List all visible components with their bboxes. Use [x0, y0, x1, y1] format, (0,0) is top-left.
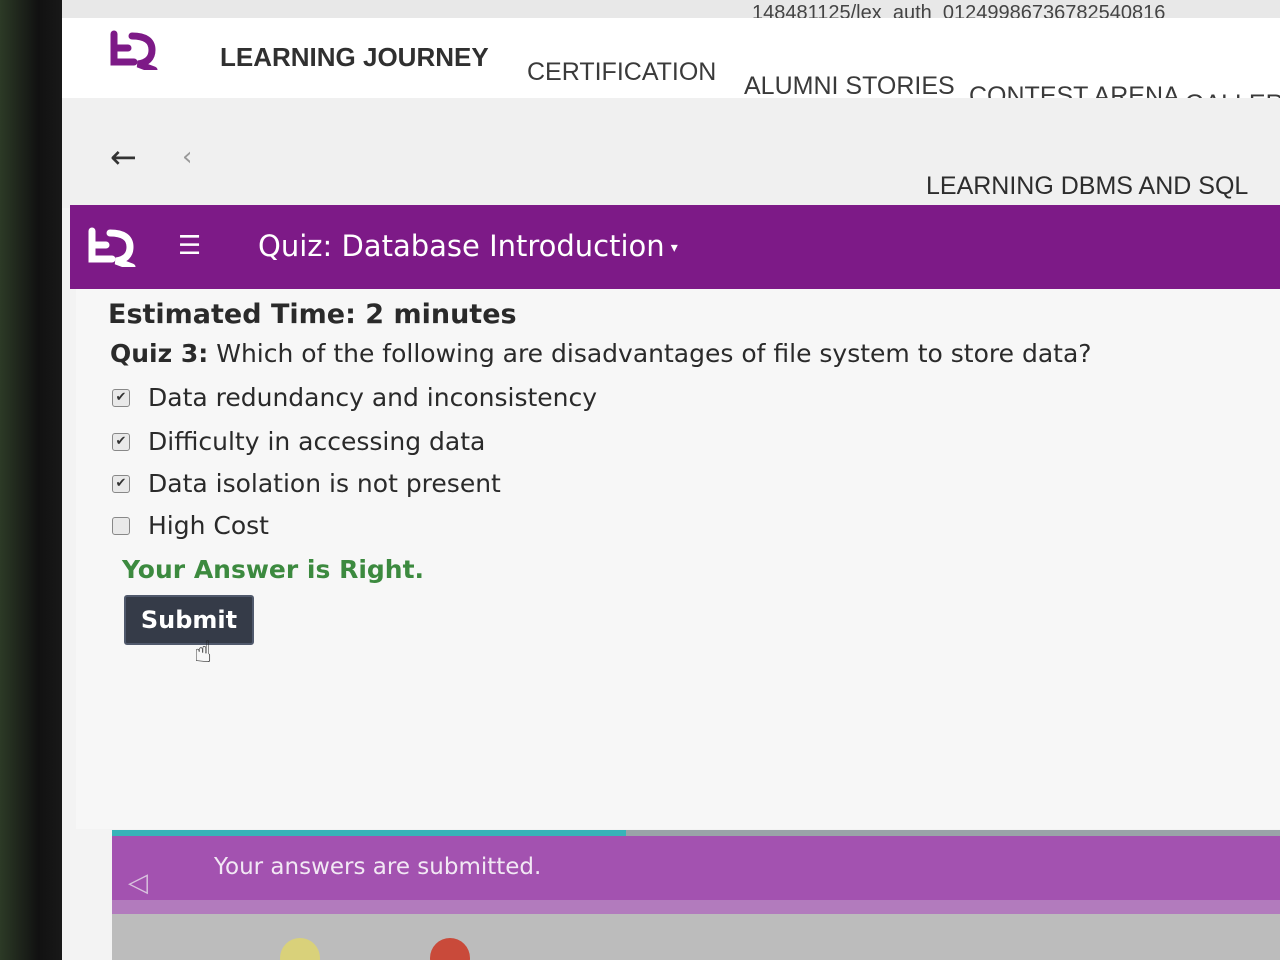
- hand-cursor-icon: ☝: [194, 635, 213, 670]
- course-title: LEARNING DBMS AND SQL: [926, 172, 1249, 200]
- option-label: Difficulty in accessing data: [148, 427, 486, 456]
- estimated-time: Estimated Time: 2 minutes: [108, 299, 517, 330]
- chevron-left-icon[interactable]: ‹: [182, 142, 192, 172]
- top-navigation: LEARNING JOURNEY CERTIFICATION ALUMNI ST…: [62, 18, 1280, 118]
- option-3[interactable]: ✔ Data isolation is not present: [112, 469, 501, 498]
- quiz-logo-icon[interactable]: [84, 223, 138, 267]
- quiz-title-dropdown[interactable]: Quiz: Database Introduction ▾: [258, 229, 678, 263]
- quiz-content: Estimated Time: 2 minutes Quiz 3: Which …: [76, 289, 1280, 829]
- nav-learning-journey[interactable]: LEARNING JOURNEY: [220, 42, 489, 73]
- taskbar-app-icon[interactable]: [280, 938, 320, 960]
- hamburger-menu-icon[interactable]: ☰: [178, 231, 201, 261]
- option-label: High Cost: [148, 511, 269, 540]
- question-text: Quiz 3: Which of the following are disad…: [110, 339, 1092, 368]
- answer-result: Your Answer is Right.: [122, 555, 425, 584]
- taskbar: [112, 914, 1280, 960]
- nav-certification[interactable]: CERTIFICATION: [527, 58, 716, 87]
- submit-button[interactable]: Submit: [124, 595, 254, 645]
- quiz-title-text: Quiz: Database Introduction: [258, 229, 665, 263]
- option-label: Data isolation is not present: [148, 469, 501, 498]
- status-bar: ◁ Your answers are submitted.: [112, 836, 1280, 900]
- breadcrumb-bar: ← ‹ LEARNING DBMS AND SQL: [62, 98, 1280, 208]
- nav-alumni-stories[interactable]: ALUMNI STORIES: [744, 72, 955, 101]
- monitor-bezel: [0, 0, 70, 960]
- browser-screen: 148481125/lex_auth_01249986736782540816 …: [62, 0, 1280, 960]
- checkbox-checked-icon[interactable]: ✔: [112, 474, 130, 493]
- option-4[interactable]: High Cost: [112, 511, 269, 540]
- option-2[interactable]: ✔ Difficulty in accessing data: [112, 427, 485, 456]
- status-text: Your answers are submitted.: [214, 854, 542, 880]
- status-bar-edge: [112, 900, 1280, 914]
- option-label: Data redundancy and inconsistency: [148, 383, 598, 412]
- caret-down-icon: ▾: [670, 240, 678, 256]
- chrome-icon[interactable]: [430, 938, 470, 960]
- question-body: Which of the following are disadvantages…: [216, 339, 1092, 368]
- arrow-left-icon[interactable]: ←: [110, 138, 137, 176]
- site-logo-icon[interactable]: [106, 26, 160, 70]
- checkbox-checked-icon[interactable]: ✔: [112, 388, 130, 407]
- option-1[interactable]: ✔ Data redundancy and inconsistency: [112, 383, 597, 412]
- question-number: Quiz 3:: [110, 339, 209, 368]
- checkbox-checked-icon[interactable]: ✔: [112, 432, 130, 451]
- address-bar[interactable]: 148481125/lex_auth_01249986736782540816: [62, 0, 1280, 24]
- checkbox-unchecked-icon[interactable]: [112, 516, 130, 535]
- triangle-left-icon[interactable]: ◁: [128, 868, 148, 898]
- quiz-header-bar: ☰ Quiz: Database Introduction ▾: [70, 205, 1280, 289]
